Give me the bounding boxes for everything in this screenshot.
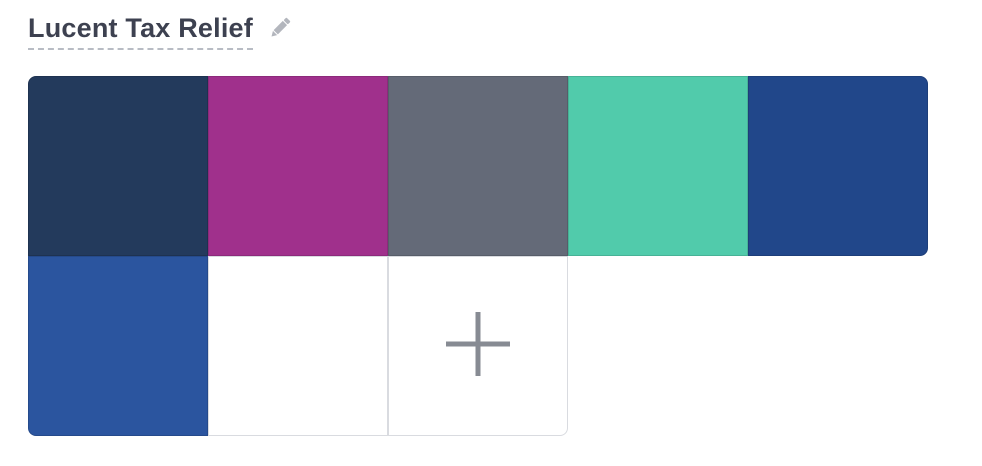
- color-swatch-2[interactable]: [208, 76, 388, 256]
- color-swatch-7[interactable]: [208, 256, 388, 436]
- pencil-icon[interactable]: [265, 13, 295, 43]
- palette-title[interactable]: Lucent Tax Relief: [28, 12, 253, 50]
- color-swatch-1[interactable]: [28, 76, 208, 256]
- add-color-button[interactable]: [388, 256, 568, 436]
- color-swatch-6[interactable]: [28, 256, 208, 436]
- palette-grid: [28, 76, 928, 436]
- plus-icon: [446, 311, 510, 381]
- color-swatch-5[interactable]: [748, 76, 928, 256]
- color-swatch-3[interactable]: [388, 76, 568, 256]
- color-swatch-4[interactable]: [568, 76, 748, 256]
- palette-header: Lucent Tax Relief: [28, 10, 295, 52]
